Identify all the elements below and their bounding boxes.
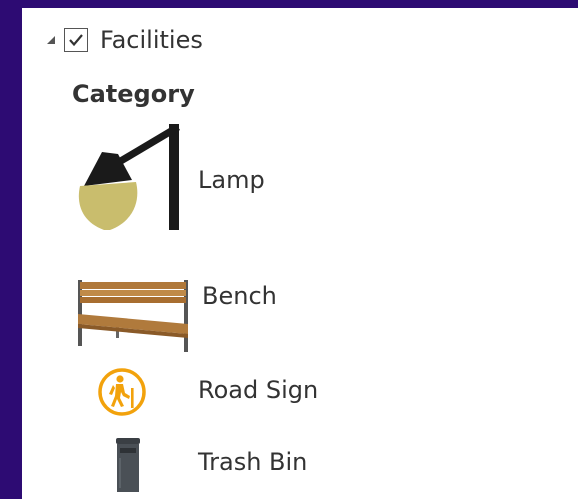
legend-item-label: Trash Bin	[198, 448, 308, 476]
legend-heading: Category	[72, 80, 195, 108]
street-lamp-icon	[78, 124, 180, 230]
layer-visibility-checkbox[interactable]	[64, 28, 88, 52]
checkmark-icon	[69, 34, 83, 47]
expand-collapse-triangle-icon[interactable]	[42, 22, 60, 58]
trash-bin-icon	[116, 438, 140, 492]
layer-name: Facilities	[100, 26, 203, 54]
legend-item-label: Road Sign	[198, 376, 319, 404]
app-background: Facilities Category Lamp Bench Road Sign…	[0, 0, 578, 499]
legend-item-label: Bench	[202, 282, 277, 310]
contents-pane: Facilities Category Lamp Bench Road Sign…	[22, 8, 578, 499]
layer-row-facilities[interactable]: Facilities	[42, 22, 203, 58]
hiker-sign-icon	[98, 368, 146, 416]
legend-item-label: Lamp	[198, 166, 265, 194]
bench-icon	[78, 280, 188, 352]
